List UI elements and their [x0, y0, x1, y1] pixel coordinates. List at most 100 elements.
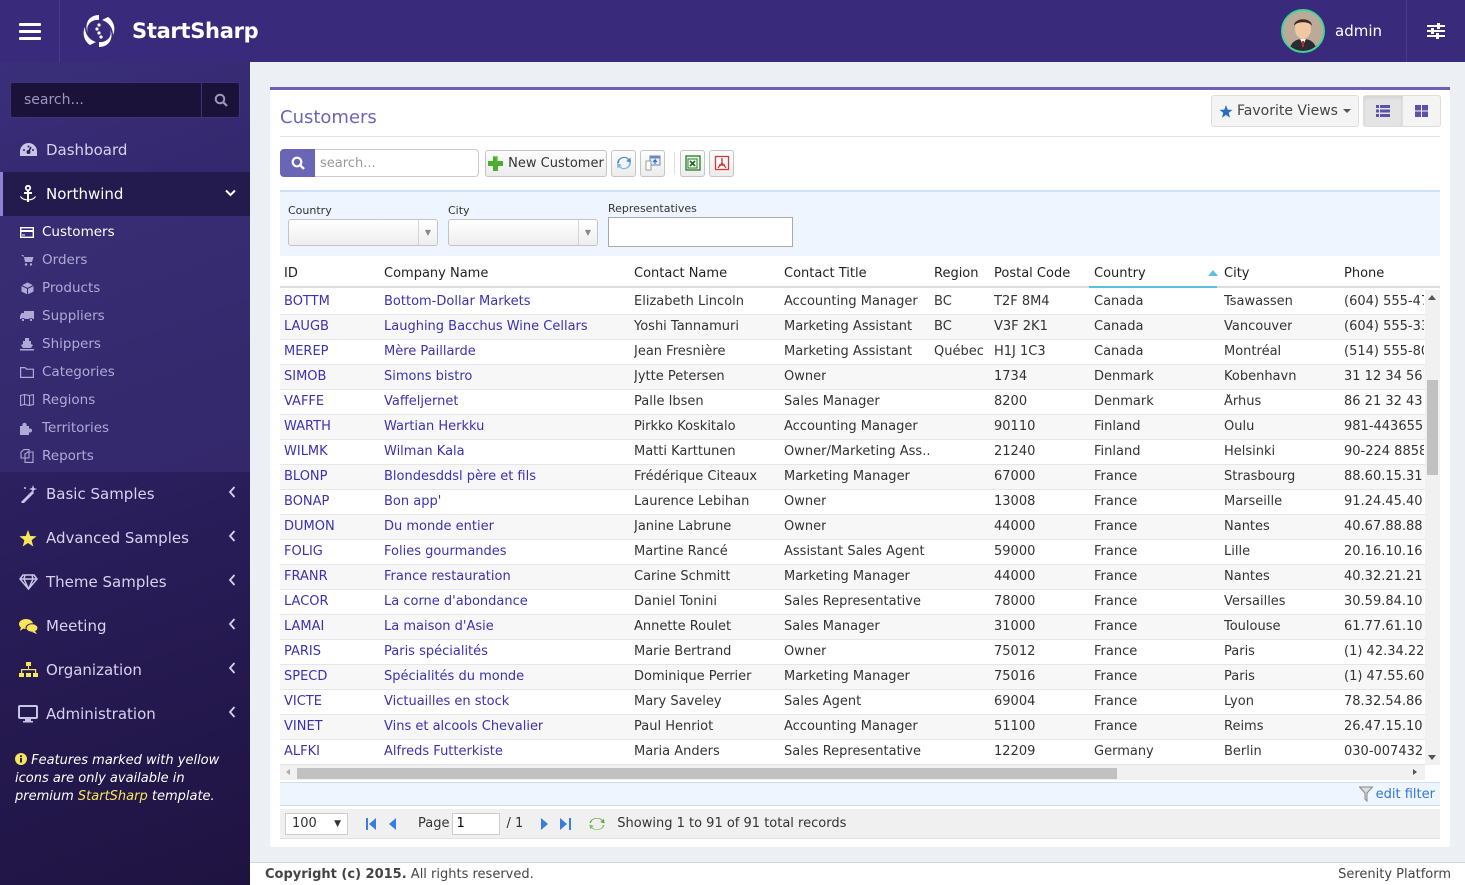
customer-id-link[interactable]: SPECD [284, 669, 327, 684]
page-number-input[interactable] [452, 812, 501, 835]
sidebar-item-theme-samples[interactable]: Theme Samples [0, 560, 250, 604]
column-header-contact-name[interactable]: Contact Name [634, 266, 727, 281]
company-name-link[interactable]: La corne d'abondance [384, 594, 528, 609]
sidebar-search-input[interactable] [11, 83, 201, 117]
settings-button[interactable] [1407, 0, 1465, 62]
sidebar-item-dashboard[interactable]: Dashboard [0, 128, 250, 172]
company-name-link[interactable]: Blondesddsl père et fils [384, 469, 536, 484]
table-row[interactable]: FOLIG Folies gourmandes Martine Rancé Assis… [280, 540, 1425, 565]
company-name-link[interactable]: Du monde entier [384, 519, 494, 534]
customer-id-link[interactable]: VINET [284, 719, 323, 734]
scroll-down-icon[interactable] [1428, 755, 1436, 760]
table-row[interactable]: BOTTM Bottom-Dollar Markets Elizabeth Linc… [280, 290, 1425, 315]
sidebar-item-customers[interactable]: Customers [0, 218, 250, 246]
refresh-button[interactable] [611, 149, 636, 177]
sidebar-item-reports[interactable]: Reports [0, 442, 250, 470]
company-name-link[interactable]: Laughing Bacchus Wine Cellars [384, 319, 588, 334]
column-header-postal-code[interactable]: Postal Code [994, 266, 1070, 281]
table-row[interactable]: MEREP Mère Paillarde Jean Fresnière Marketi… [280, 340, 1425, 365]
table-row[interactable]: LAMAI La maison d'Asie Annette Roulet Sales… [280, 615, 1425, 640]
table-row[interactable]: BONAP Bon app' Laurence Lebihan Owner 13008 F… [280, 490, 1425, 515]
last-page-button[interactable] [560, 817, 572, 830]
table-row[interactable]: PARIS Paris spécialités Marie Bertrand Owne… [280, 640, 1425, 665]
customer-id-link[interactable]: FRANR [284, 569, 328, 584]
sidebar-item-products[interactable]: Products [0, 274, 250, 302]
company-name-link[interactable]: Mère Paillarde [384, 344, 476, 359]
scroll-right-icon[interactable] [1413, 769, 1417, 775]
company-name-link[interactable]: France restauration [384, 569, 511, 584]
table-row[interactable]: VICTE Victuailles en stock Mary Saveley Sal… [280, 690, 1425, 715]
customer-id-link[interactable]: BLONP [284, 469, 328, 484]
company-name-link[interactable]: Spécialités du monde [384, 669, 524, 684]
customer-id-link[interactable]: MEREP [284, 344, 329, 359]
company-name-link[interactable]: Bon app' [384, 494, 441, 509]
table-row[interactable]: BLONP Blondesddsl père et fils Frédérique … [280, 465, 1425, 490]
table-row[interactable]: LACOR La corne d'abondance Daniel Tonini Sa… [280, 590, 1425, 615]
table-row[interactable]: LAUGB Laughing Bacchus Wine Cellars Yoshi … [280, 315, 1425, 340]
edit-filter-link[interactable]: edit filter [1358, 786, 1435, 802]
company-name-link[interactable]: Wilman Kala [384, 444, 465, 459]
previous-page-button[interactable] [389, 817, 396, 830]
table-row[interactable]: VINET Vins et alcools Chevalier Paul Henri… [280, 715, 1425, 740]
grid-view-button[interactable] [1402, 95, 1441, 127]
column-header-phone[interactable]: Phone [1344, 266, 1384, 281]
city-select[interactable]: ▼ [448, 219, 598, 246]
next-page-button[interactable] [541, 817, 549, 830]
customer-id-link[interactable]: VAFFE [284, 394, 324, 409]
company-name-link[interactable]: Folies gourmandes [384, 544, 507, 559]
new-customer-button[interactable]: New Customer [485, 149, 607, 177]
column-header-city[interactable]: City [1224, 266, 1249, 281]
scroll-up-icon[interactable] [1428, 295, 1436, 300]
column-header-company-name[interactable]: Company Name [384, 266, 488, 281]
reload-button[interactable] [589, 817, 605, 831]
representatives-input[interactable] [608, 217, 793, 247]
quick-search-input[interactable] [315, 149, 479, 177]
customer-id-link[interactable]: BOTTM [284, 294, 330, 309]
brand-logo[interactable]: StartSharp [80, 11, 259, 51]
page-size-select[interactable]: 100 ▼ [285, 812, 348, 835]
sidebar-item-advanced-samples[interactable]: Advanced Samples [0, 516, 250, 560]
sidebar-item-territories[interactable]: Territories [0, 414, 250, 442]
customer-id-link[interactable]: PARIS [284, 644, 321, 659]
customer-id-link[interactable]: VICTE [284, 694, 322, 709]
customer-id-link[interactable]: FOLIG [284, 544, 323, 559]
company-name-link[interactable]: Paris spécialités [384, 644, 488, 659]
company-name-link[interactable]: Wartian Herkku [384, 419, 484, 434]
column-header-country[interactable]: Country [1094, 266, 1146, 281]
company-name-link[interactable]: Victuailles en stock [384, 694, 509, 709]
company-name-link[interactable]: Simons bistro [384, 369, 472, 384]
sidebar-item-regions[interactable]: Regions [0, 386, 250, 414]
table-row[interactable]: FRANR France restauration Carine Schmitt Ma… [280, 565, 1425, 590]
excel-export-button[interactable] [680, 149, 705, 177]
company-name-link[interactable]: Vins et alcools Chevalier [384, 719, 543, 734]
sidebar-search-button[interactable] [201, 83, 239, 117]
customer-id-link[interactable]: SIMOB [284, 369, 326, 384]
list-view-button[interactable] [1363, 95, 1403, 127]
sidebar-item-suppliers[interactable]: Suppliers [0, 302, 250, 330]
country-select[interactable]: ▼ [288, 219, 438, 246]
table-row[interactable]: ALFKI Alfreds Futterkiste Maria Anders Sale… [280, 740, 1425, 765]
column-header-region[interactable]: Region [934, 266, 979, 281]
customer-id-link[interactable]: LAMAI [284, 619, 324, 634]
customer-id-link[interactable]: DUMON [284, 519, 335, 534]
pdf-export-button[interactable] [709, 149, 734, 177]
customer-id-link[interactable]: ALFKI [284, 744, 320, 759]
company-name-link[interactable]: Bottom-Dollar Markets [384, 294, 530, 309]
sidebar-item-administration[interactable]: Administration [0, 692, 250, 736]
menu-toggle-button[interactable] [0, 0, 60, 62]
sidebar-item-shippers[interactable]: Shippers [0, 330, 250, 358]
horizontal-scrollbar[interactable] [280, 765, 1425, 780]
sidebar-item-categories[interactable]: Categories [0, 358, 250, 386]
table-row[interactable]: SIMOB Simons bistro Jytte Petersen Owner 173… [280, 365, 1425, 390]
sidebar-item-organization[interactable]: Organization [0, 648, 250, 692]
customer-id-link[interactable]: WILMK [284, 444, 328, 459]
table-row[interactable]: VAFFE Vaffeljernet Palle Ibsen Sales Manage… [280, 390, 1425, 415]
company-name-link[interactable]: La maison d'Asie [384, 619, 494, 634]
horizontal-scroll-thumb[interactable] [297, 768, 1117, 779]
scroll-left-icon[interactable] [286, 769, 290, 775]
customer-id-link[interactable]: LACOR [284, 594, 329, 609]
customer-id-link[interactable]: WARTH [284, 419, 331, 434]
quick-search-button[interactable] [280, 149, 315, 177]
company-name-link[interactable]: Alfreds Futterkiste [384, 744, 503, 759]
customer-id-link[interactable]: LAUGB [284, 319, 329, 334]
